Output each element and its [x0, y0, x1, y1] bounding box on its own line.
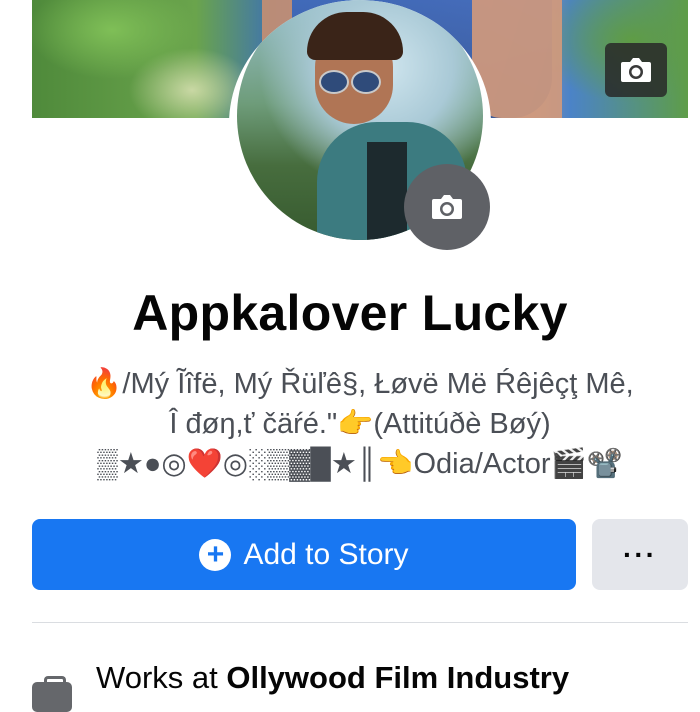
- works-prefix: Works at: [96, 660, 227, 695]
- camera-icon: [432, 195, 462, 219]
- avatar-detail: [307, 12, 403, 60]
- plus-circle-icon: +: [199, 538, 232, 571]
- briefcase-icon: [32, 676, 72, 712]
- divider: [32, 622, 688, 623]
- more-options-button[interactable]: ···: [592, 519, 688, 590]
- edit-cover-camera-button[interactable]: [605, 43, 667, 97]
- bio-line: Î đøŋ,ť čäŕé."👉(Attitúðè Bøý): [169, 408, 551, 440]
- profile-name: Appkalover Lucky: [132, 285, 568, 341]
- camera-icon: [621, 58, 651, 82]
- bio-line: 🔥/Mý Ĩîfë, Mý Řüľê§, Łøvë Më Ŕêjêçţ Mê,: [86, 368, 634, 400]
- profile-bio: 🔥/Mý Ĩîfë, Mý Řüľê§, Łøvë Më Ŕêjêçţ Mê, …: [40, 364, 680, 484]
- avatar-detail: [367, 142, 407, 240]
- bio-line: ▒★●◎❤️◎░▒▓█★║👈Odia/Actor🎬📽️: [97, 448, 623, 480]
- works-at-info: Works at Ollywood Film Industry: [96, 660, 569, 696]
- sunglasses-detail: [319, 70, 349, 94]
- workplace-name[interactable]: Ollywood Film Industry: [226, 660, 569, 695]
- more-dots-icon: ···: [623, 538, 657, 570]
- add-to-story-button[interactable]: + Add to Story: [32, 519, 576, 590]
- add-to-story-label: Add to Story: [243, 537, 409, 571]
- edit-profile-picture-camera-button[interactable]: [404, 164, 490, 250]
- sunglasses-detail: [351, 70, 381, 94]
